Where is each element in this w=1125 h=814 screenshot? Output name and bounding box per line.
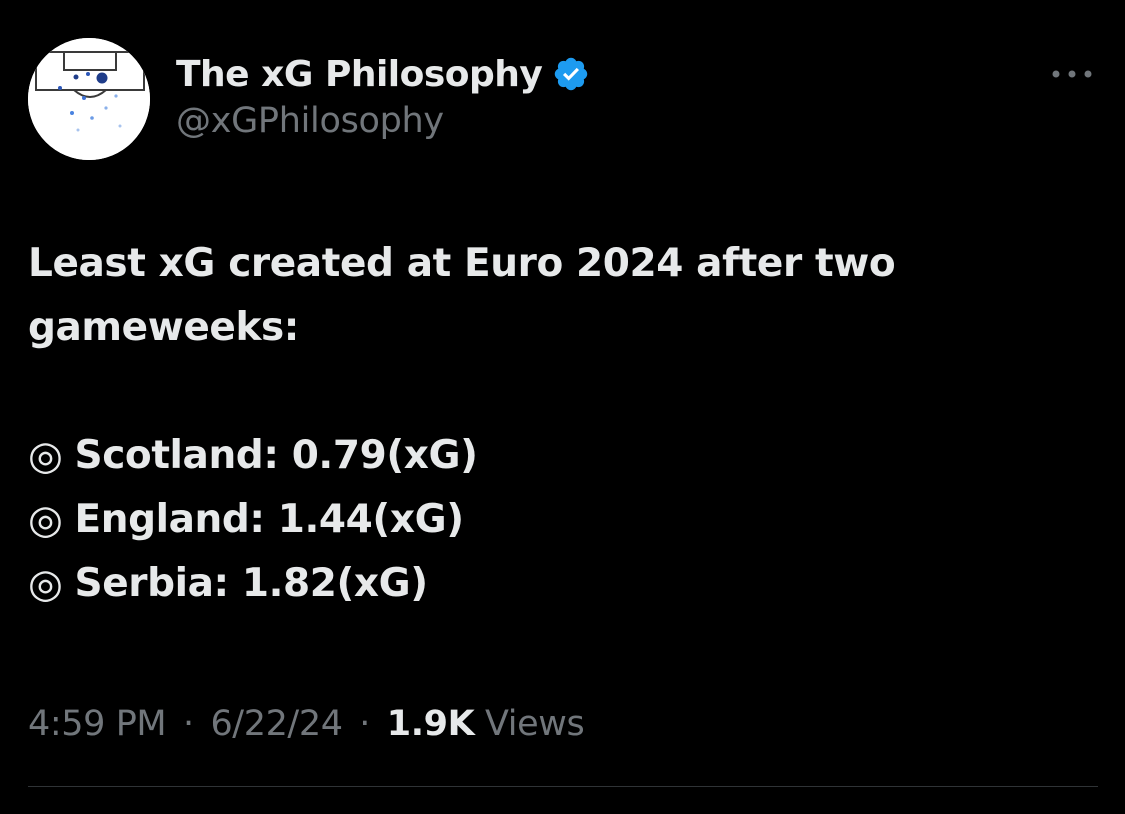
more-options-button[interactable] [1044,56,1100,92]
stat-line: ◎ Scotland: 0.79(xG) [28,424,1088,488]
author-handle[interactable]: @xGPhilosophy [176,101,444,141]
tweet-intro: Least xG created at Euro 2024 after two … [28,241,896,350]
bullet-icon: ◎ [28,433,63,479]
football-pitch-shotmap-icon [28,38,150,160]
bullet-icon: ◎ [28,561,63,607]
author-name-row: The xG Philosophy [176,50,590,98]
more-options-icon [1052,70,1092,78]
stat-text: Scotland: 0.79(xG) [74,433,478,478]
views-count[interactable]: 1.9K [387,704,475,744]
display-name[interactable]: The xG Philosophy [176,54,543,95]
tweet-text: Least xG created at Euro 2024 after two … [28,232,1088,616]
avatar[interactable] [28,38,150,160]
bullet-icon: ◎ [28,497,63,543]
stat-text: Serbia: 1.82(xG) [74,561,429,606]
stat-text: England: 1.44(xG) [74,497,465,542]
tweet-meta: 4:59 PM · 6/22/24 · 1.9K Views [28,704,585,744]
verified-badge-icon[interactable] [552,55,590,93]
stat-line: ◎ England: 1.44(xG) [28,488,1088,552]
tweet-date[interactable]: 6/22/24 [210,704,343,744]
meta-separator: · [359,704,371,744]
divider [28,786,1098,787]
views-label[interactable]: Views [485,704,585,744]
stat-line: ◎ Serbia: 1.82(xG) [28,552,1088,616]
tweet-time[interactable]: 4:59 PM [28,704,167,744]
meta-separator: · [182,704,194,744]
